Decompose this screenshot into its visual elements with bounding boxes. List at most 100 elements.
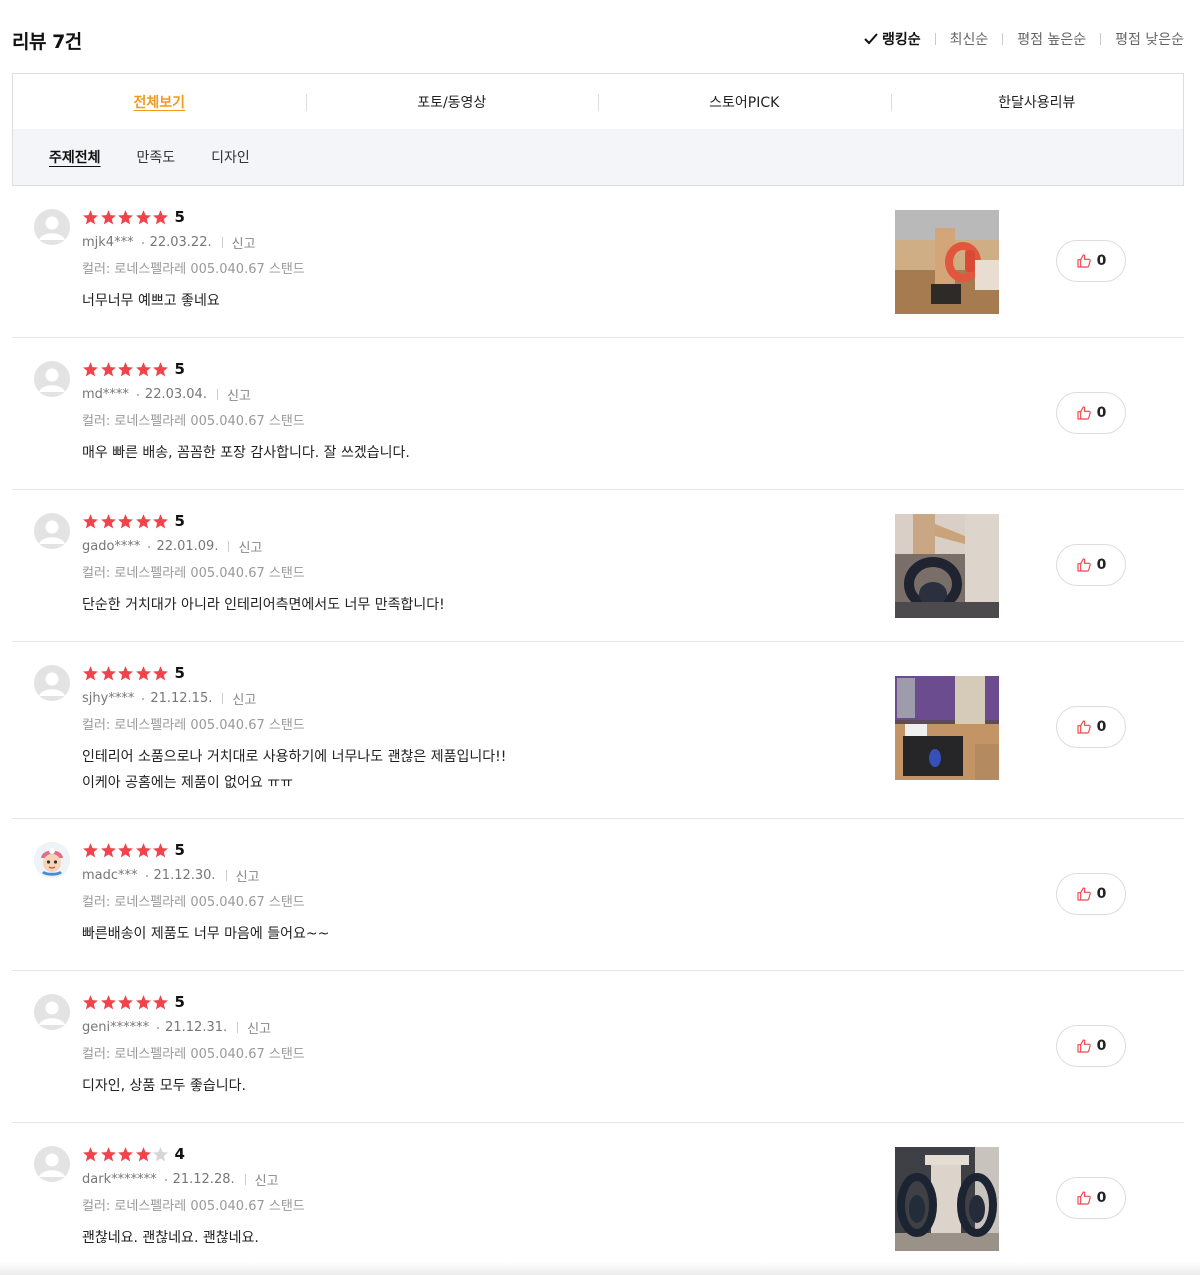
review-text-line: 이케아 공홈에는 제품이 없어요 ㅠㅠ [82,775,293,791]
divider [221,237,223,248]
star-rating: 5 [82,664,185,682]
reviewer-id: dark******* [82,1172,157,1187]
star-icon [118,842,133,857]
star-icon [135,209,151,224]
thumbs-up-icon [1077,1039,1091,1053]
review-text-line: 디자인, 상품 모두 좋습니다. [82,1078,246,1094]
star-icon [153,361,168,376]
avatar [34,1146,70,1182]
star-icon [118,665,133,680]
review-text: 단순한 거치대가 아니라 인테리어측면에서도 너무 만족합니다! [82,592,445,618]
avatar [34,842,70,878]
review-text-line: 괜찮네요. 괜찮네요. 괜찮네요. [82,1230,259,1246]
like-button[interactable]: 0 [1056,873,1126,915]
thumbs-up-icon [1077,887,1091,901]
rating-score: 5 [174,841,185,859]
star-icon [83,994,98,1009]
star-icon [100,842,116,857]
like-button[interactable]: 0 [1056,544,1126,586]
review-item: 4 dark******* 21.12.28. 신고 컬러: 로네스펠라레 005.04… [12,1123,1184,1275]
review-text: 디자인, 상품 모두 좋습니다. [82,1073,246,1099]
divider [148,545,151,548]
review-photo[interactable] [895,514,999,618]
sort-ranking[interactable]: 랭킹순 [864,29,921,49]
report-link[interactable]: 신고 [247,1018,271,1037]
rating-score: 5 [174,664,185,682]
purchase-option: 컬러: 로네스펠라레 005.040.67 스탠드 [82,566,305,581]
review-date: 21.12.28. [172,1172,235,1187]
like-button[interactable]: 0 [1056,240,1126,282]
review-date: 22.03.22. [149,235,212,250]
divider [1100,33,1102,45]
star-icon [118,994,133,1009]
report-link[interactable]: 신고 [255,1170,279,1189]
bottom-edge [0,1262,1200,1275]
tab-photo-video[interactable]: 포토/동영상 [305,74,599,129]
review-date: 21.12.15. [150,691,213,706]
review-date: 22.01.09. [156,539,219,554]
review-text: 괜찮네요. 괜찮네요. 괜찮네요. [82,1225,259,1251]
reviewer-id: geni****** [82,1020,150,1035]
star-icon [100,665,116,680]
review-meta: gado**** 22.01.09. 신고 [82,537,262,556]
star-icon [153,665,168,680]
review-text-line: 단순한 거치대가 아니라 인테리어측면에서도 너무 만족합니다! [82,597,445,613]
star-icon [100,1146,116,1161]
review-text-line: 너무너무 예쁘고 좋네요 [82,293,220,309]
like-count: 0 [1096,1190,1107,1206]
like-button[interactable]: 0 [1056,706,1126,748]
topic-design[interactable]: 디자인 [211,147,250,167]
reviewer-id: sjhy**** [82,691,135,706]
review-item: 5 sjhy**** 21.12.15. 신고 컬러: 로네스펠라레 005.040.6… [12,642,1184,819]
divider [934,33,936,45]
report-link[interactable]: 신고 [238,537,262,556]
avatar [34,209,70,245]
sort-latest[interactable]: 최신순 [950,29,989,49]
review-item: 5 geni****** 21.12.31. 신고 컬러: 로네스펠라레 005.040… [12,971,1184,1123]
tab-monthly-review[interactable]: 한달사용리뷰 [890,74,1184,129]
star-icon [83,209,98,224]
topic-satisfaction[interactable]: 만족도 [137,147,176,167]
star-icon [135,1146,151,1161]
review-photo[interactable] [895,676,999,780]
sort-rating-high[interactable]: 평점 높은순 [1017,29,1086,49]
review-meta: dark******* 21.12.28. 신고 [82,1170,279,1189]
report-link[interactable]: 신고 [232,689,256,708]
rating-score: 5 [174,360,185,378]
tab-all[interactable]: 전체보기 [13,74,306,129]
avatar [34,361,70,397]
divider [136,393,139,396]
thumbs-up-icon [1077,406,1091,420]
review-date: 21.12.31. [165,1020,228,1035]
review-photo[interactable] [895,210,999,314]
like-button[interactable]: 0 [1056,392,1126,434]
review-text: 인테리어 소품으로나 거치대로 사용하기에 너무나도 괜찮은 제품입니다!! 이케… [82,744,506,796]
like-count: 0 [1096,886,1107,902]
review-meta: geni****** 21.12.31. 신고 [82,1018,271,1037]
like-button[interactable]: 0 [1056,1025,1126,1067]
reviewer-id: gado**** [82,539,141,554]
star-icon [83,361,98,376]
like-button[interactable]: 0 [1056,1177,1126,1219]
star-icon [118,361,133,376]
like-count: 0 [1096,253,1107,269]
report-link[interactable]: 신고 [236,866,260,885]
star-icon [100,209,116,224]
sort-rating-low[interactable]: 평점 낮은순 [1115,29,1184,49]
reviewer-id: md**** [82,387,129,402]
review-photo[interactable] [895,1147,999,1251]
reviews-count-title: 리뷰 7건 [12,31,82,53]
topic-all[interactable]: 주제전체 [49,147,101,167]
report-link[interactable]: 신고 [227,385,251,404]
star-icon [83,513,98,528]
star-rating: 5 [82,208,185,226]
star-icon [83,842,98,857]
star-icon [135,842,151,857]
divider [1002,33,1004,45]
star-icon [153,994,168,1009]
tab-store-pick[interactable]: 스토어PICK [598,74,891,129]
star-icon [118,1146,133,1161]
report-link[interactable]: 신고 [232,233,256,252]
sort-options: 랭킹순 최신순 평점 높은순 평점 낮은순 [864,29,1184,49]
star-rating: 4 [82,1145,185,1163]
